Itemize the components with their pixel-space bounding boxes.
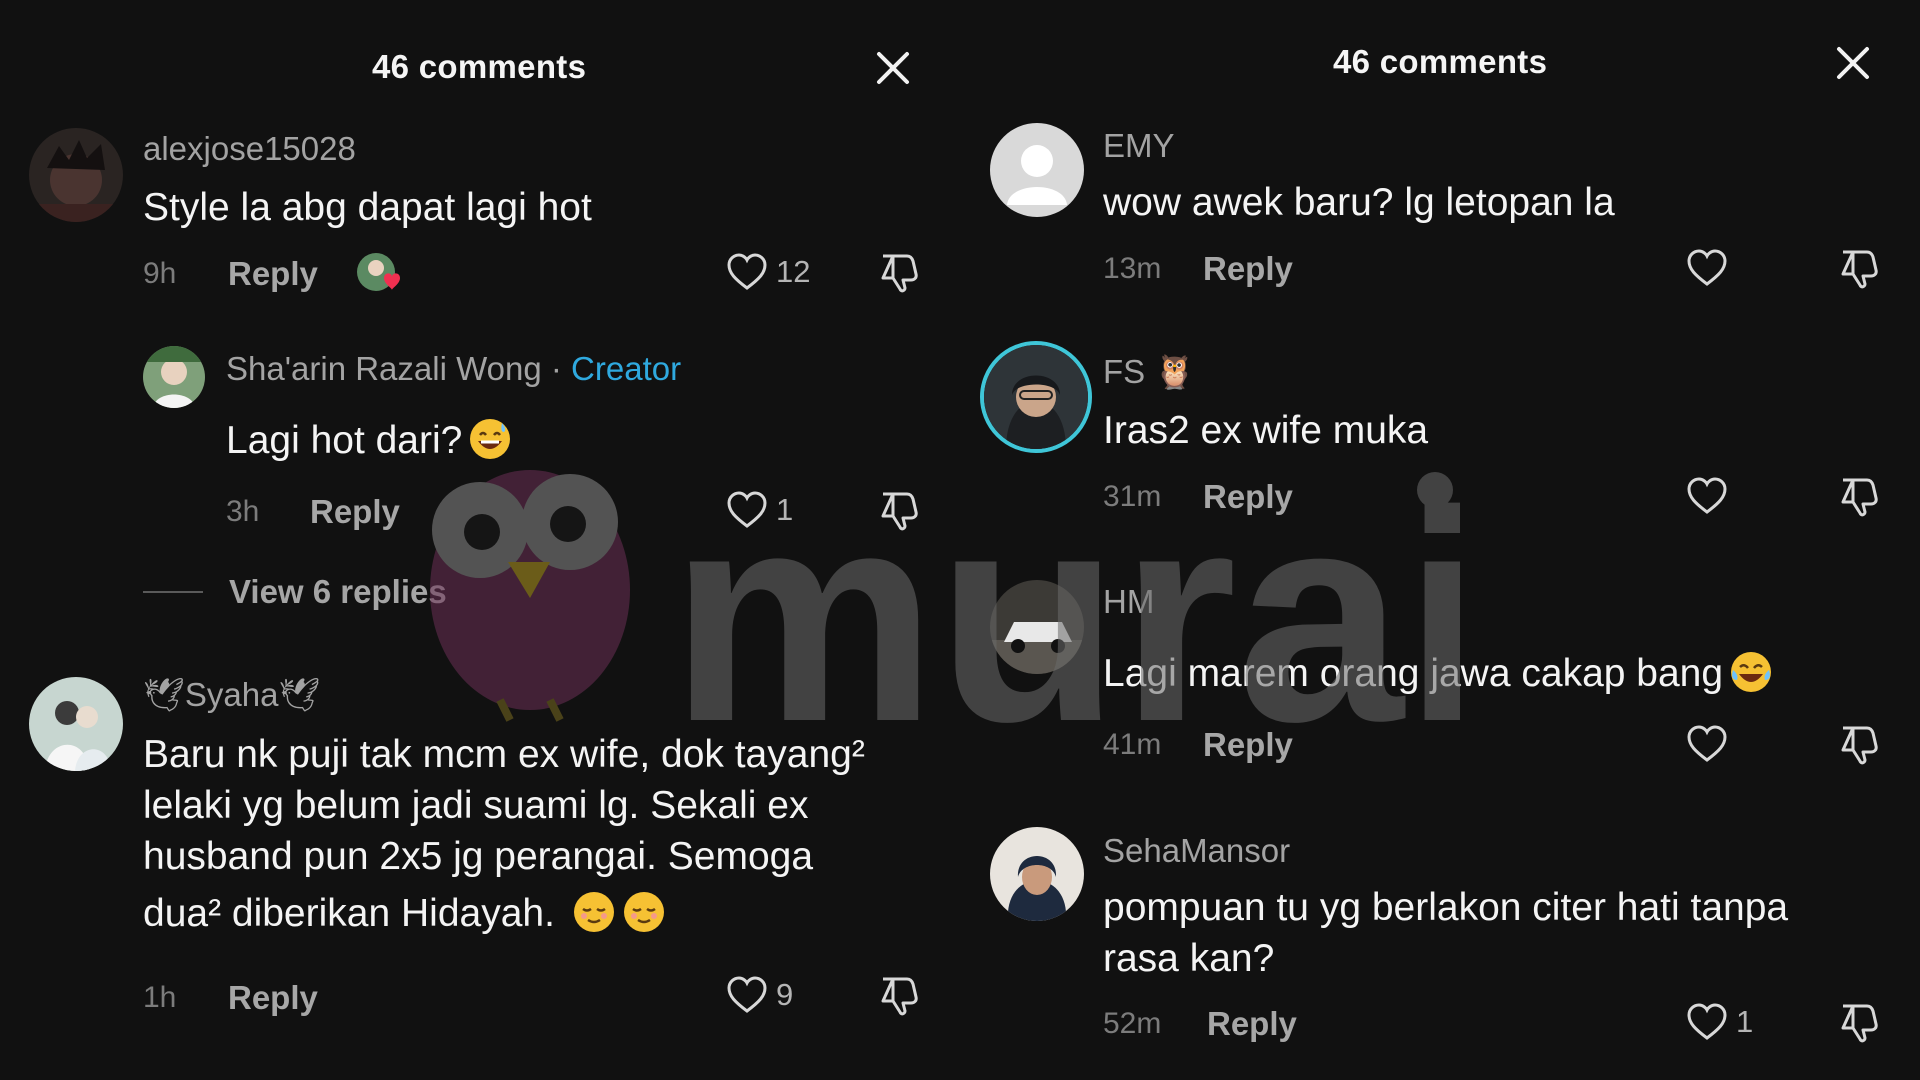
like-count: 1 (1736, 1004, 1754, 1039)
comment-time: 31m (1103, 480, 1162, 513)
thumbs-down-icon (1841, 726, 1878, 765)
comments-count-title: 46 comments (1333, 43, 1548, 80)
comments-panel-right: 46 comments EMY wow awek baru? lg letopa… (960, 0, 1920, 1080)
username-text[interactable]: Sha'arin Razali Wong (226, 350, 542, 387)
tears-of-joy-emoji-icon (1729, 650, 1773, 694)
reply-button[interactable]: Reply (1207, 1005, 1297, 1043)
heart-icon (727, 976, 767, 1013)
comment-text-line: pompuan tu yg berlakon citer hati tanpa (1103, 886, 1789, 929)
reply-button[interactable]: Reply (1203, 478, 1293, 516)
comment-time: 41m (1103, 728, 1162, 761)
heart-icon (1687, 725, 1727, 762)
view-replies-button[interactable]: View 6 replies (143, 573, 447, 611)
owl-emoji-icon: 🦉 (1154, 353, 1196, 390)
reply-button[interactable]: Reply (1203, 250, 1293, 288)
comment-text: Lagi marem orang jawa cakap bang (1103, 648, 1773, 699)
heart-icon (727, 491, 767, 528)
reply-button[interactable]: Reply (228, 979, 318, 1017)
heart-icon (727, 253, 767, 290)
thumbs-down-icon (881, 977, 918, 1016)
comment-time: 1h (143, 981, 177, 1014)
dislike-button[interactable] (1837, 722, 1881, 766)
close-icon[interactable] (873, 48, 913, 88)
comment-text-content: Lagi marem orang jawa cakap bang (1103, 652, 1724, 695)
like-button[interactable]: 1 (1686, 1000, 1753, 1044)
avatar[interactable] (29, 677, 123, 771)
heart-icon (1687, 249, 1727, 286)
avatar-heart-sticker-icon (356, 250, 404, 294)
divider-line (143, 591, 203, 593)
comment-time: 52m (1103, 1007, 1162, 1040)
thumbs-down-icon (1841, 250, 1878, 289)
like-button[interactable]: 9 (726, 973, 793, 1017)
like-button[interactable] (1686, 474, 1728, 518)
relieved-face-emoji-icon (622, 890, 666, 934)
avatar-story-ring[interactable] (980, 341, 1092, 453)
comment-username[interactable]: SehaMansor (1103, 832, 1290, 870)
comment-username[interactable]: HM (1103, 583, 1154, 621)
like-count: 1 (776, 492, 794, 527)
dislike-button[interactable] (877, 250, 921, 294)
like-count: 9 (776, 977, 794, 1012)
comment-username: FS 🦉 (1103, 353, 1195, 392)
dislike-button[interactable] (1837, 246, 1881, 290)
dove-emoji-icon: 🕊 (143, 676, 185, 713)
thumbs-down-icon (881, 492, 918, 531)
thumbs-down-icon (1841, 478, 1878, 517)
comment-username: Sha'arin Razali Wong · Creator (226, 350, 681, 388)
comment-text-content: Lagi hot dari? (226, 419, 463, 462)
comment-text: Iras2 ex wife muka (1103, 409, 1429, 452)
dislike-button[interactable] (877, 488, 921, 532)
grinning-sweat-emoji-icon (468, 417, 512, 461)
comment-text-line: dua² diberikan Hidayah. (143, 892, 555, 935)
dove-emoji-icon: 🕊 (278, 676, 321, 713)
comment-time: 13m (1103, 252, 1162, 285)
reply-button[interactable]: Reply (228, 255, 318, 293)
comment-text: wow awek baru? lg letopan la (1103, 181, 1615, 224)
heart-icon (1687, 1003, 1727, 1040)
creator-badge: Creator (571, 350, 682, 387)
dislike-button[interactable] (877, 973, 921, 1017)
comment-text-line: rasa kan? (1103, 937, 1275, 980)
avatar[interactable] (143, 346, 205, 408)
reply-button[interactable]: Reply (1203, 726, 1293, 764)
thumbs-down-icon (1841, 1004, 1878, 1043)
comment-text-line: lelaki yg belum jadi suami lg. Sekali ex (143, 784, 809, 827)
dislike-button[interactable] (1837, 474, 1881, 518)
thumbs-down-icon (881, 254, 918, 293)
comment-text: Baru nk puji tak mcm ex wife, dok tayang… (143, 729, 865, 939)
avatar[interactable] (990, 827, 1084, 921)
username-text[interactable]: FS (1103, 353, 1145, 390)
comment-text: Lagi hot dari? (226, 415, 512, 466)
comment-text-line: Baru nk puji tak mcm ex wife, dok tayang… (143, 733, 865, 776)
like-button[interactable] (1686, 246, 1728, 290)
view-replies-label: View 6 replies (229, 573, 447, 610)
comment-text-line-wrap: dua² diberikan Hidayah. (143, 888, 865, 939)
comment-text: pompuan tu yg berlakon citer hati tanpa … (1103, 882, 1788, 984)
close-icon[interactable] (1833, 43, 1873, 83)
comment-text-line: husband pun 2x5 jg perangai. Semoga (143, 835, 814, 878)
like-count: 12 (776, 254, 811, 289)
comments-count-title: 46 comments (372, 48, 587, 85)
avatar[interactable] (990, 580, 1084, 674)
avatar[interactable] (990, 123, 1084, 217)
comment-username[interactable]: alexjose15028 (143, 130, 356, 168)
comment-text: Style la abg dapat lagi hot (143, 186, 592, 229)
like-button[interactable]: 1 (726, 488, 793, 532)
like-button[interactable] (1686, 722, 1728, 766)
separator-dot: · (550, 350, 562, 387)
avatar[interactable] (29, 128, 123, 222)
like-button[interactable]: 12 (726, 250, 810, 294)
comment-time: 3h (226, 495, 260, 528)
reply-button[interactable]: Reply (310, 493, 400, 531)
relieved-face-emoji-icon (572, 890, 616, 934)
heart-icon (1687, 477, 1727, 514)
comment-username: 🕊Syaha🕊 (143, 676, 320, 715)
username-text[interactable]: Syaha (185, 676, 279, 713)
comment-time: 9h (143, 257, 177, 290)
comments-panel-left: 46 comments alexjose15028 Style la abg d… (0, 0, 960, 1080)
dislike-button[interactable] (1837, 1000, 1881, 1044)
comment-username[interactable]: EMY (1103, 127, 1175, 165)
